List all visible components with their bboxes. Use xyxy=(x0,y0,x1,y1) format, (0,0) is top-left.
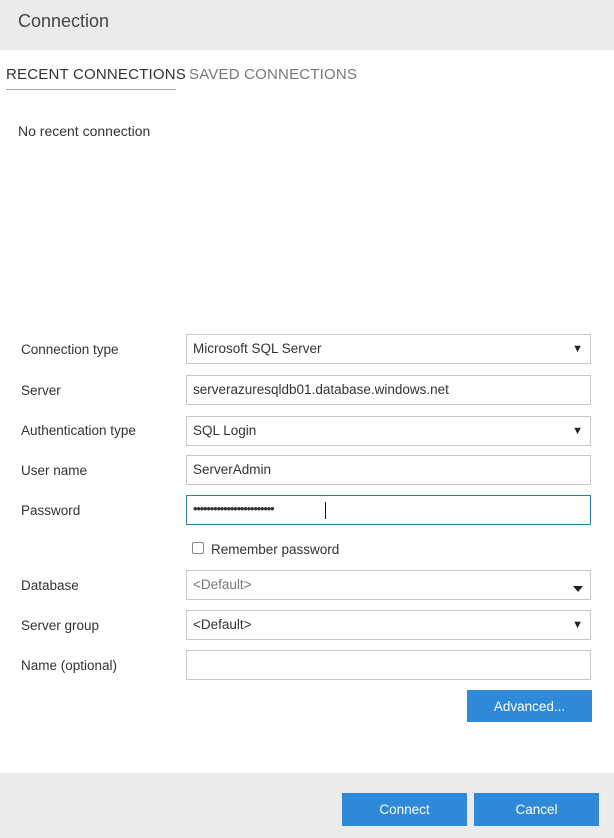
connection-type-label: Connection type xyxy=(21,342,119,357)
password-input[interactable]: •••••••••••••••••••••••• xyxy=(186,495,591,525)
database-select[interactable]: <Default> xyxy=(186,570,591,600)
remember-password-checkbox[interactable] xyxy=(192,542,204,554)
tab-recent-connections[interactable]: RECENT CONNECTIONS xyxy=(6,66,186,83)
tab-saved-connections[interactable]: SAVED CONNECTIONS xyxy=(189,66,357,83)
cancel-button[interactable]: Cancel xyxy=(474,793,599,826)
remember-password-label[interactable]: Remember password xyxy=(211,542,339,557)
advanced-button[interactable]: Advanced... xyxy=(467,690,592,722)
text-caret xyxy=(325,502,326,519)
password-masked-value: •••••••••••••••••••••••• xyxy=(193,501,275,516)
user-name-value: ServerAdmin xyxy=(193,462,272,477)
server-value: serverazuresqldb01.database.windows.net xyxy=(193,382,449,397)
name-input[interactable] xyxy=(186,650,591,680)
dialog-footer: Connect Cancel xyxy=(0,773,614,838)
dropdown-arrow-icon: ▼ xyxy=(572,425,583,437)
chevron-down-icon xyxy=(573,573,583,613)
server-label: Server xyxy=(21,383,61,398)
server-input[interactable]: serverazuresqldb01.database.windows.net xyxy=(186,375,591,405)
name-label: Name (optional) xyxy=(21,658,118,673)
user-name-input[interactable]: ServerAdmin xyxy=(186,455,591,485)
auth-type-label: Authentication type xyxy=(21,423,136,438)
user-name-label: User name xyxy=(21,463,88,478)
auth-type-value: SQL Login xyxy=(193,423,257,438)
dialog-header: Connection xyxy=(0,0,614,50)
dialog-title: Connection xyxy=(18,11,110,31)
server-group-label: Server group xyxy=(21,618,100,633)
server-group-value: <Default> xyxy=(193,617,252,632)
connection-tabs: RECENT CONNECTIONS SAVED CONNECTIONS xyxy=(0,50,614,92)
active-tab-indicator xyxy=(6,89,176,90)
auth-type-select[interactable]: SQL Login ▼ xyxy=(186,416,591,446)
password-label: Password xyxy=(21,503,81,518)
database-label: Database xyxy=(21,578,79,593)
connection-type-value: Microsoft SQL Server xyxy=(193,341,322,356)
recent-empty-message: No recent connection xyxy=(18,123,151,139)
dropdown-arrow-icon: ▼ xyxy=(572,619,583,631)
connect-button[interactable]: Connect xyxy=(342,793,467,826)
connection-type-select[interactable]: Microsoft SQL Server ▼ xyxy=(186,334,591,364)
dropdown-arrow-icon: ▼ xyxy=(572,343,583,355)
server-group-select[interactable]: <Default> ▼ xyxy=(186,610,591,640)
database-value: <Default> xyxy=(193,577,252,592)
